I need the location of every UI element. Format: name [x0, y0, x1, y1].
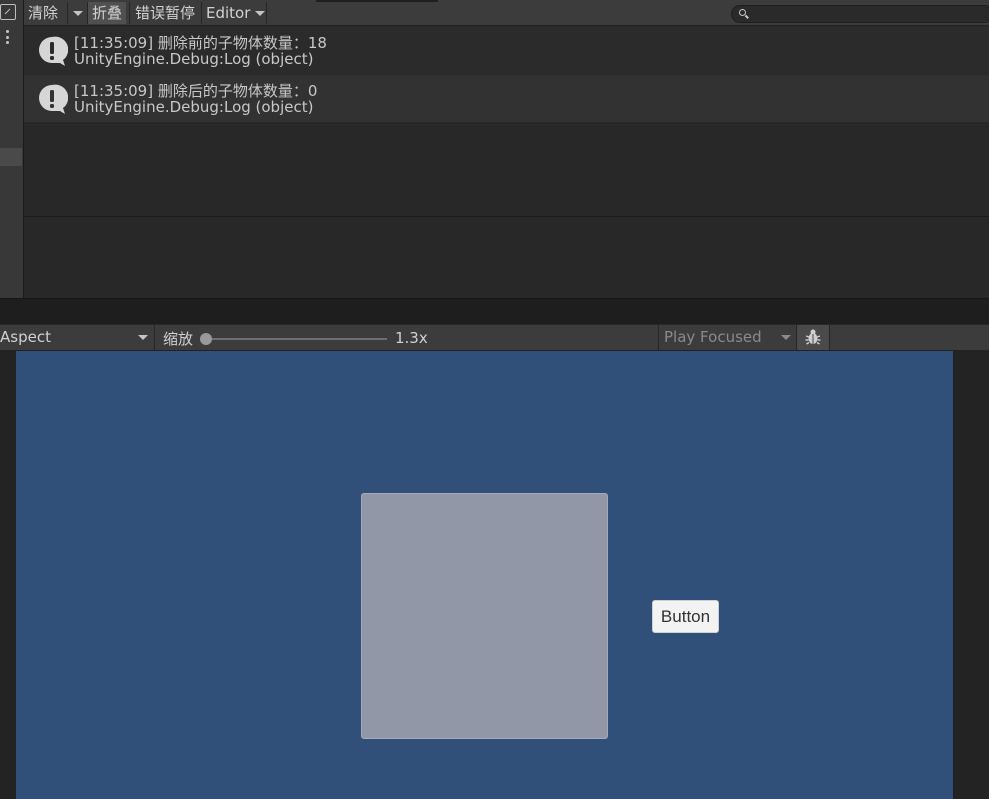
tab-indicator [316, 0, 438, 2]
scene-button[interactable]: Button [652, 600, 719, 633]
panel-splitter[interactable] [0, 298, 989, 324]
clear-button[interactable]: 清除 [24, 2, 62, 24]
debug-toggle-button[interactable] [797, 325, 829, 350]
console-search-input[interactable] [731, 5, 989, 23]
warning-icon [39, 36, 68, 66]
error-pause-toggle[interactable]: 错误暂停 [131, 2, 199, 24]
zoom-slider-handle[interactable] [200, 333, 212, 345]
left-panel-strip [0, 0, 24, 298]
console-toolbar: 清除 折叠 错误暂停 Editor [24, 0, 989, 26]
chevron-down-icon [255, 11, 266, 16]
selected-item-marker [0, 148, 22, 166]
log-entry[interactable]: [11:35:09] 删除前的子物体数量：18 UnityEngine.Debu… [24, 27, 989, 74]
zoom-slider-track[interactable] [206, 338, 387, 340]
play-mode-dropdown[interactable]: Play Focused [659, 325, 796, 350]
ui-panel-image [361, 493, 608, 739]
aspect-dropdown[interactable]: Aspect [0, 325, 153, 350]
log-stacktrace: UnityEngine.Debug:Log (object) [74, 98, 314, 116]
bug-icon [805, 329, 821, 345]
log-entry[interactable]: [11:35:09] 删除后的子物体数量：0 UnityEngine.Debug… [24, 75, 989, 122]
log-stacktrace: UnityEngine.Debug:Log (object) [74, 50, 314, 68]
search-icon [739, 9, 746, 16]
game-view-toolbar: Aspect 缩放 1.3x Play Focused [0, 325, 989, 351]
maximize-panel-icon[interactable] [0, 4, 16, 20]
clear-options-dropdown[interactable] [68, 2, 88, 24]
warning-icon [39, 84, 68, 114]
play-mode-label: Play Focused [664, 328, 762, 346]
more-options-icon[interactable] [6, 30, 10, 44]
zoom-value: 1.3x [395, 329, 428, 347]
aspect-label: Aspect [0, 328, 51, 346]
details-divider[interactable] [24, 216, 989, 217]
chevron-down-icon [781, 335, 791, 340]
collapse-toggle[interactable]: 折叠 [88, 2, 127, 24]
console-window: 清除 折叠 错误暂停 Editor [11:35:09] 删除前的子物体数量：1… [0, 0, 989, 298]
chevron-down-icon [73, 11, 83, 16]
editor-target-label: Editor [206, 4, 251, 22]
chevron-down-icon [138, 335, 148, 340]
zoom-label: 缩放 [163, 330, 194, 348]
editor-target-dropdown[interactable]: Editor [202, 2, 269, 24]
